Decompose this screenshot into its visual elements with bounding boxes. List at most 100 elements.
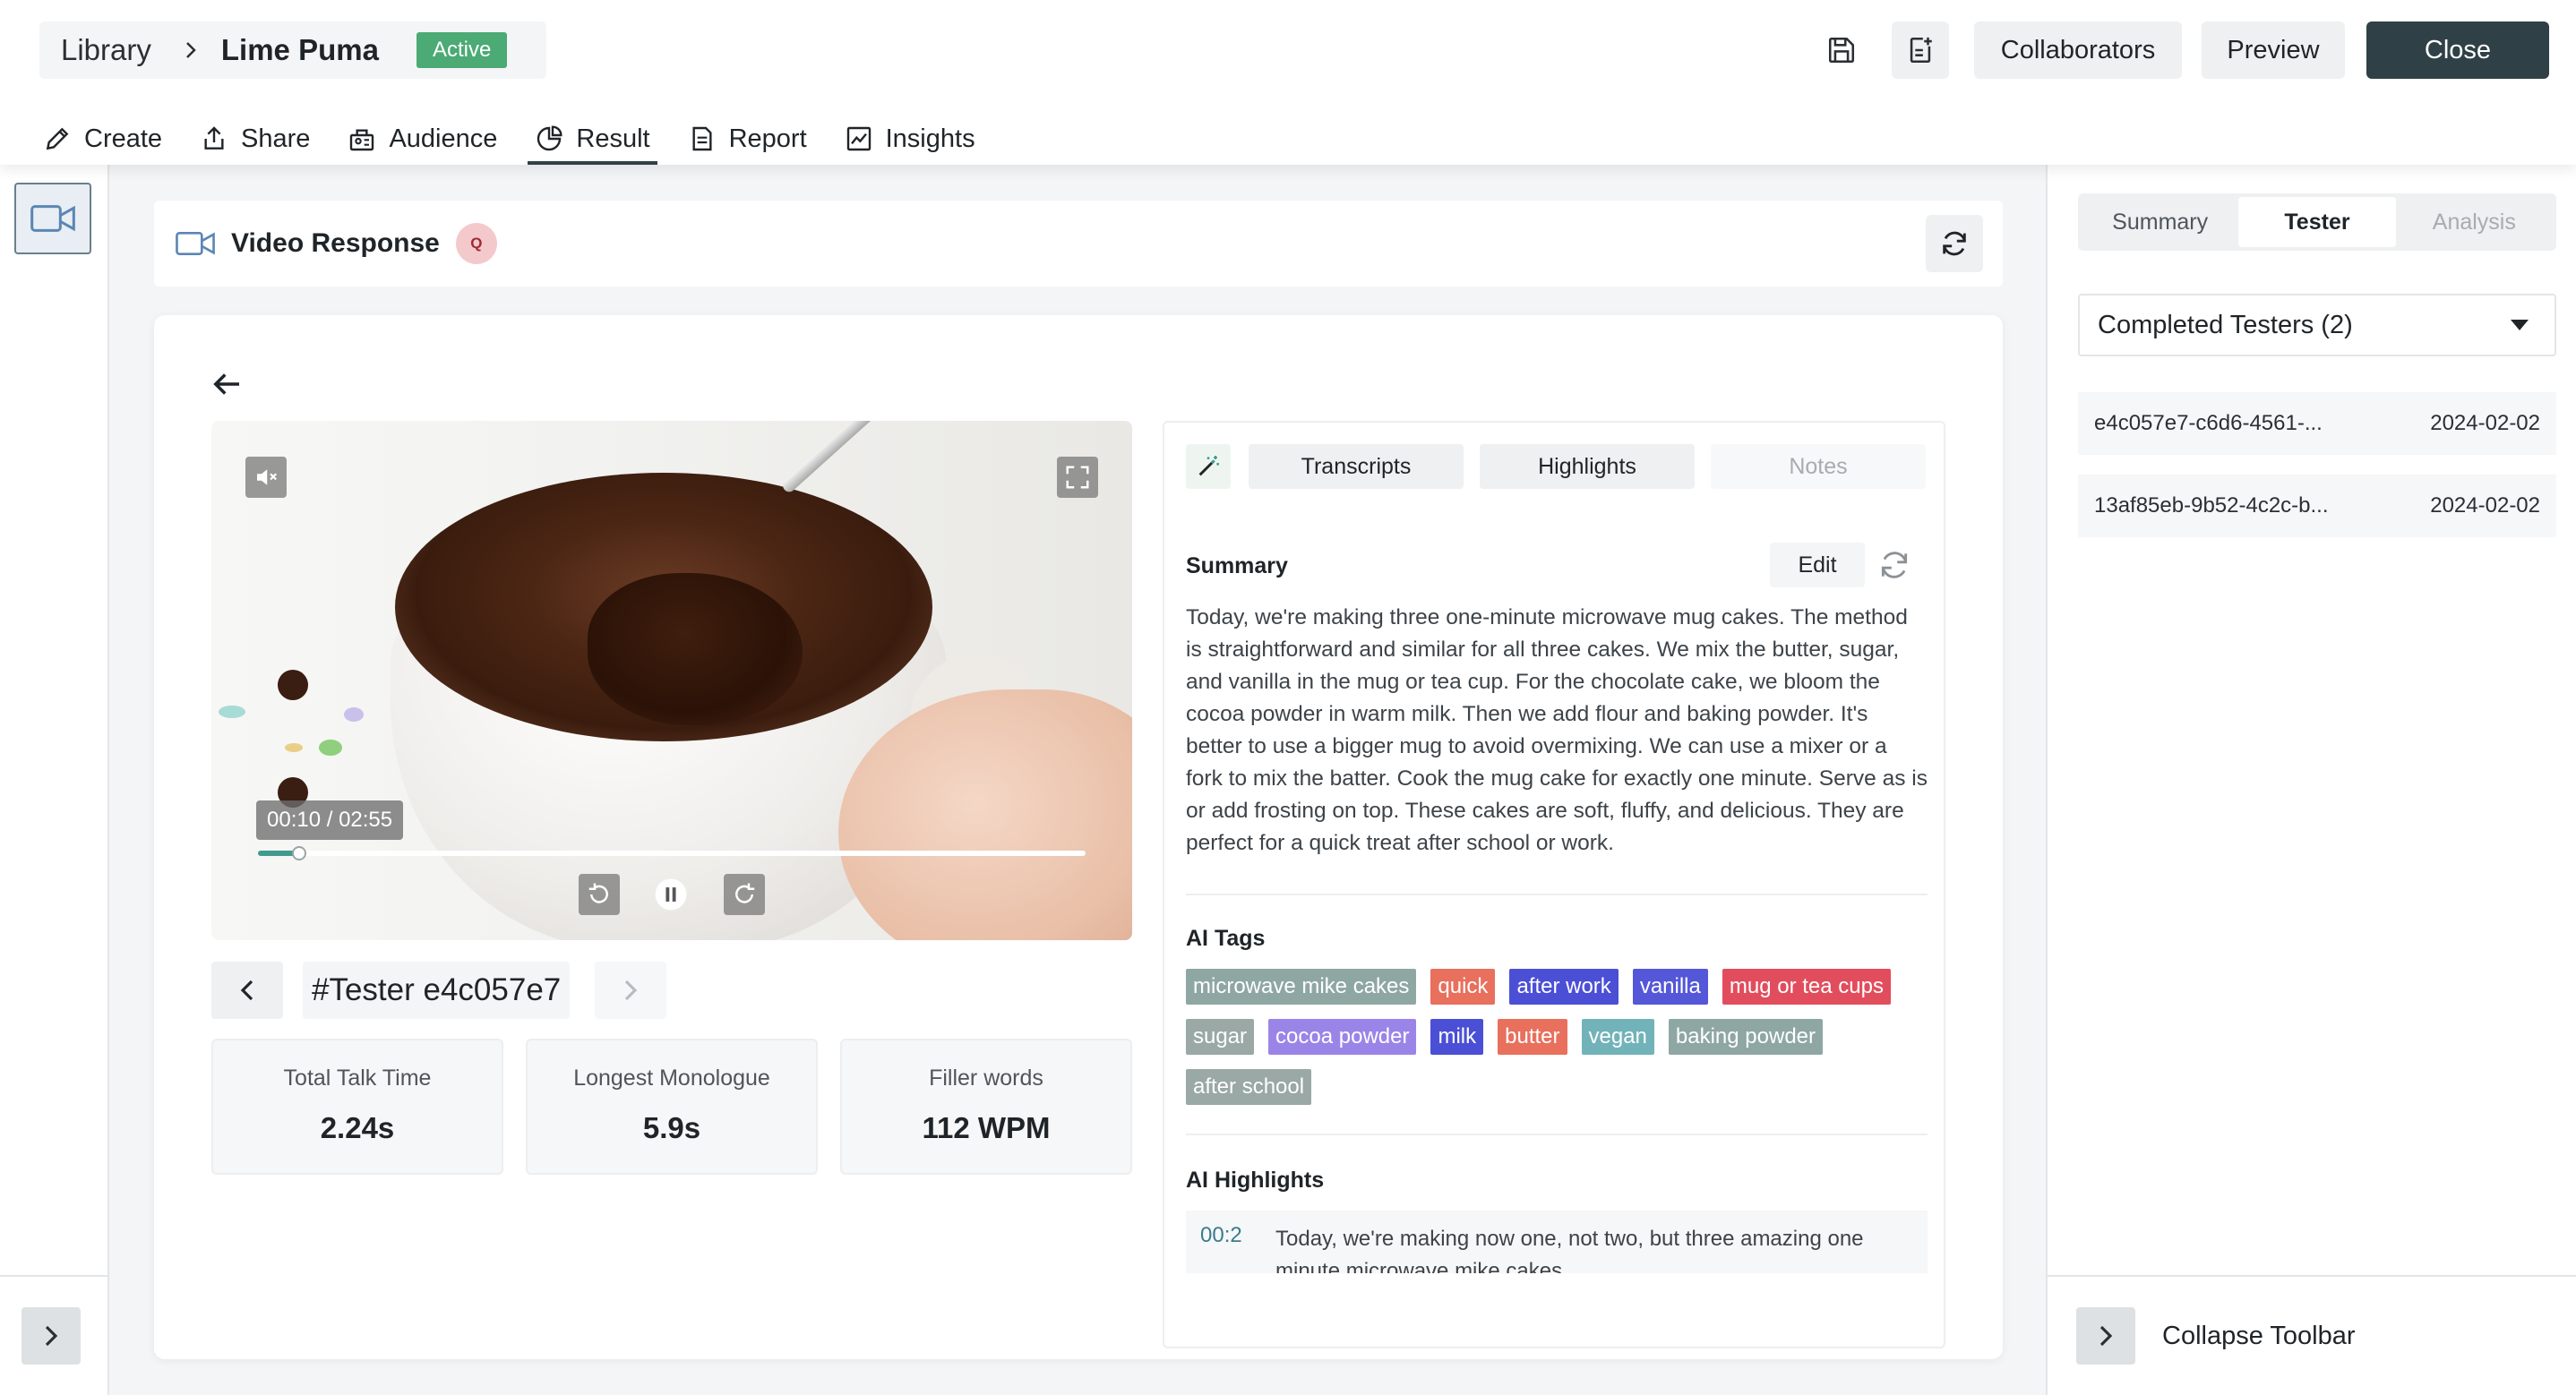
video-player[interactable]: 00:10 / 02:55 bbox=[211, 421, 1132, 940]
audience-icon bbox=[350, 129, 374, 151]
rewind-button[interactable] bbox=[579, 874, 620, 915]
next-tester-button[interactable] bbox=[595, 962, 667, 1019]
tab-share[interactable]: Share bbox=[193, 113, 317, 165]
rewind-icon bbox=[588, 883, 608, 903]
video-frame bbox=[780, 421, 1035, 495]
sidebar-tabs: Summary Tester Analysis bbox=[2078, 193, 2556, 251]
video-progress-handle[interactable] bbox=[292, 846, 307, 860]
tab-transcripts[interactable]: Transcripts bbox=[1249, 444, 1464, 489]
summary-heading: Summary bbox=[1186, 553, 1288, 578]
tester-date: 2024-02-02 bbox=[2430, 493, 2540, 518]
sidebar-tab-tester[interactable]: Tester bbox=[2238, 197, 2396, 247]
chevron-left-icon bbox=[240, 980, 253, 1001]
refresh-icon bbox=[1943, 231, 1966, 256]
video-frame bbox=[278, 670, 308, 700]
project-title: Lime Puma bbox=[220, 33, 379, 66]
tab-label: Insights bbox=[885, 124, 975, 153]
chevron-right-icon bbox=[625, 980, 638, 1001]
tab-label: Result bbox=[576, 124, 650, 153]
edit-summary-button[interactable]: Edit bbox=[1770, 543, 1865, 587]
tester-filter-dropdown[interactable]: Completed Testers (2) bbox=[2078, 294, 2556, 356]
stat-value: 112 WPM bbox=[922, 1111, 1051, 1144]
tab-report[interactable]: Report bbox=[681, 113, 814, 165]
pause-button[interactable] bbox=[650, 874, 691, 915]
response-detail-panel: 00:10 / 02:55 #Tester e4c057e7 Total Tal… bbox=[154, 315, 2003, 1359]
ai-tags-list: microwave mike cakes quick after work va… bbox=[1186, 969, 1938, 1119]
tab-highlights[interactable]: Highlights bbox=[1480, 444, 1695, 489]
ai-tag[interactable]: vegan bbox=[1581, 1019, 1654, 1055]
ai-tag[interactable]: cocoa powder bbox=[1268, 1019, 1417, 1055]
ai-tag[interactable]: sugar bbox=[1186, 1019, 1255, 1055]
add-note-button[interactable] bbox=[1892, 21, 1949, 79]
refresh-icon bbox=[1881, 552, 1908, 578]
regenerate-summary-button[interactable] bbox=[1877, 548, 1911, 582]
mute-button[interactable] bbox=[245, 457, 287, 498]
ai-tag[interactable]: butter bbox=[1498, 1019, 1567, 1055]
tab-result[interactable]: Result bbox=[528, 113, 657, 165]
ai-tag[interactable]: mug or tea cups bbox=[1722, 969, 1891, 1005]
sidebar-tab-analysis[interactable]: Analysis bbox=[2396, 197, 2553, 247]
divider bbox=[1186, 894, 1928, 895]
video-frame bbox=[285, 743, 303, 752]
ai-tag[interactable]: milk bbox=[1430, 1019, 1484, 1055]
stat-value: 5.9s bbox=[642, 1111, 701, 1144]
summary-text: Today, we're making three one-minute mic… bbox=[1186, 605, 1928, 855]
floppy-disk-icon bbox=[1828, 37, 1855, 64]
main-nav: Create Share Audience Result Report Insi… bbox=[36, 113, 1006, 165]
ai-tag[interactable]: after school bbox=[1186, 1069, 1312, 1105]
add-document-icon bbox=[1910, 37, 1932, 64]
ai-tag[interactable]: vanilla bbox=[1632, 969, 1708, 1005]
ai-tag[interactable]: microwave mike cakes bbox=[1186, 969, 1417, 1005]
stat-label: Filler words bbox=[929, 1066, 1043, 1091]
sidebar-tab-summary[interactable]: Summary bbox=[2082, 197, 2238, 247]
status-badge: Active bbox=[416, 32, 508, 68]
ai-tag[interactable]: baking powder bbox=[1668, 1019, 1824, 1055]
magic-wand-icon bbox=[1198, 456, 1219, 476]
refresh-button[interactable] bbox=[1926, 215, 1983, 272]
pause-icon bbox=[655, 878, 687, 911]
preview-button[interactable]: Preview bbox=[2202, 21, 2345, 79]
video-frame bbox=[319, 740, 342, 756]
fullscreen-button[interactable] bbox=[1057, 457, 1098, 498]
video-progress-bar[interactable] bbox=[258, 846, 1086, 860]
tab-audience[interactable]: Audience bbox=[340, 113, 504, 165]
collaborators-button[interactable]: Collaborators bbox=[1974, 21, 2182, 79]
analysis-panel: Transcripts Highlights Notes Summary Edi… bbox=[1163, 421, 1945, 1348]
question-badge: Q bbox=[455, 223, 497, 264]
forward-button[interactable] bbox=[724, 874, 765, 915]
ai-magic-button[interactable] bbox=[1186, 444, 1231, 489]
chevron-right-icon bbox=[2099, 1325, 2113, 1347]
highlight-item[interactable]: 00:2 Today, we're making now one, not tw… bbox=[1186, 1211, 1928, 1273]
tester-list-item[interactable]: e4c057e7-c6d6-4561-... 2024-02-02 bbox=[2078, 392, 2556, 455]
response-bar: Video Response Q bbox=[154, 201, 2003, 287]
tab-notes[interactable]: Notes bbox=[1711, 444, 1926, 489]
collapse-toolbar-label[interactable]: Collapse Toolbar bbox=[2162, 1322, 2356, 1351]
chevron-right-icon bbox=[184, 39, 198, 61]
save-button[interactable] bbox=[1813, 21, 1870, 79]
video-question-button[interactable] bbox=[14, 183, 91, 254]
back-button[interactable] bbox=[208, 365, 245, 403]
expand-rail-button[interactable] bbox=[21, 1307, 81, 1365]
previous-tester-button[interactable] bbox=[211, 962, 283, 1019]
tester-list-item[interactable]: 13af85eb-9b52-4c2c-b... 2024-02-02 bbox=[2078, 475, 2556, 537]
app-header: Library Lime Puma Active Collaborators P… bbox=[0, 0, 2576, 165]
collapse-toolbar-button[interactable] bbox=[2076, 1307, 2135, 1365]
tab-label: Audience bbox=[389, 124, 498, 153]
highlight-timestamp[interactable]: 00:2 bbox=[1200, 1223, 1242, 1248]
video-frame bbox=[219, 706, 245, 718]
ai-tag[interactable]: after work bbox=[1509, 969, 1619, 1005]
ai-tags-heading: AI Tags bbox=[1186, 926, 1266, 951]
stat-filler-words: Filler words 112 WPM bbox=[840, 1039, 1132, 1175]
tester-navigator: #Tester e4c057e7 bbox=[211, 962, 667, 1019]
close-button[interactable]: Close bbox=[2366, 21, 2549, 79]
tab-create[interactable]: Create bbox=[36, 113, 169, 165]
breadcrumb-library-link[interactable]: Library bbox=[61, 33, 151, 67]
document-icon bbox=[692, 126, 712, 151]
ai-highlights-heading: AI Highlights bbox=[1186, 1168, 1325, 1193]
tab-label: Share bbox=[241, 124, 311, 153]
ai-tag[interactable]: quick bbox=[1430, 969, 1496, 1005]
tab-insights[interactable]: Insights bbox=[837, 113, 983, 165]
speaker-muted-icon bbox=[257, 469, 278, 485]
fast-forward-icon bbox=[735, 883, 755, 903]
video-camera-icon bbox=[176, 231, 215, 256]
